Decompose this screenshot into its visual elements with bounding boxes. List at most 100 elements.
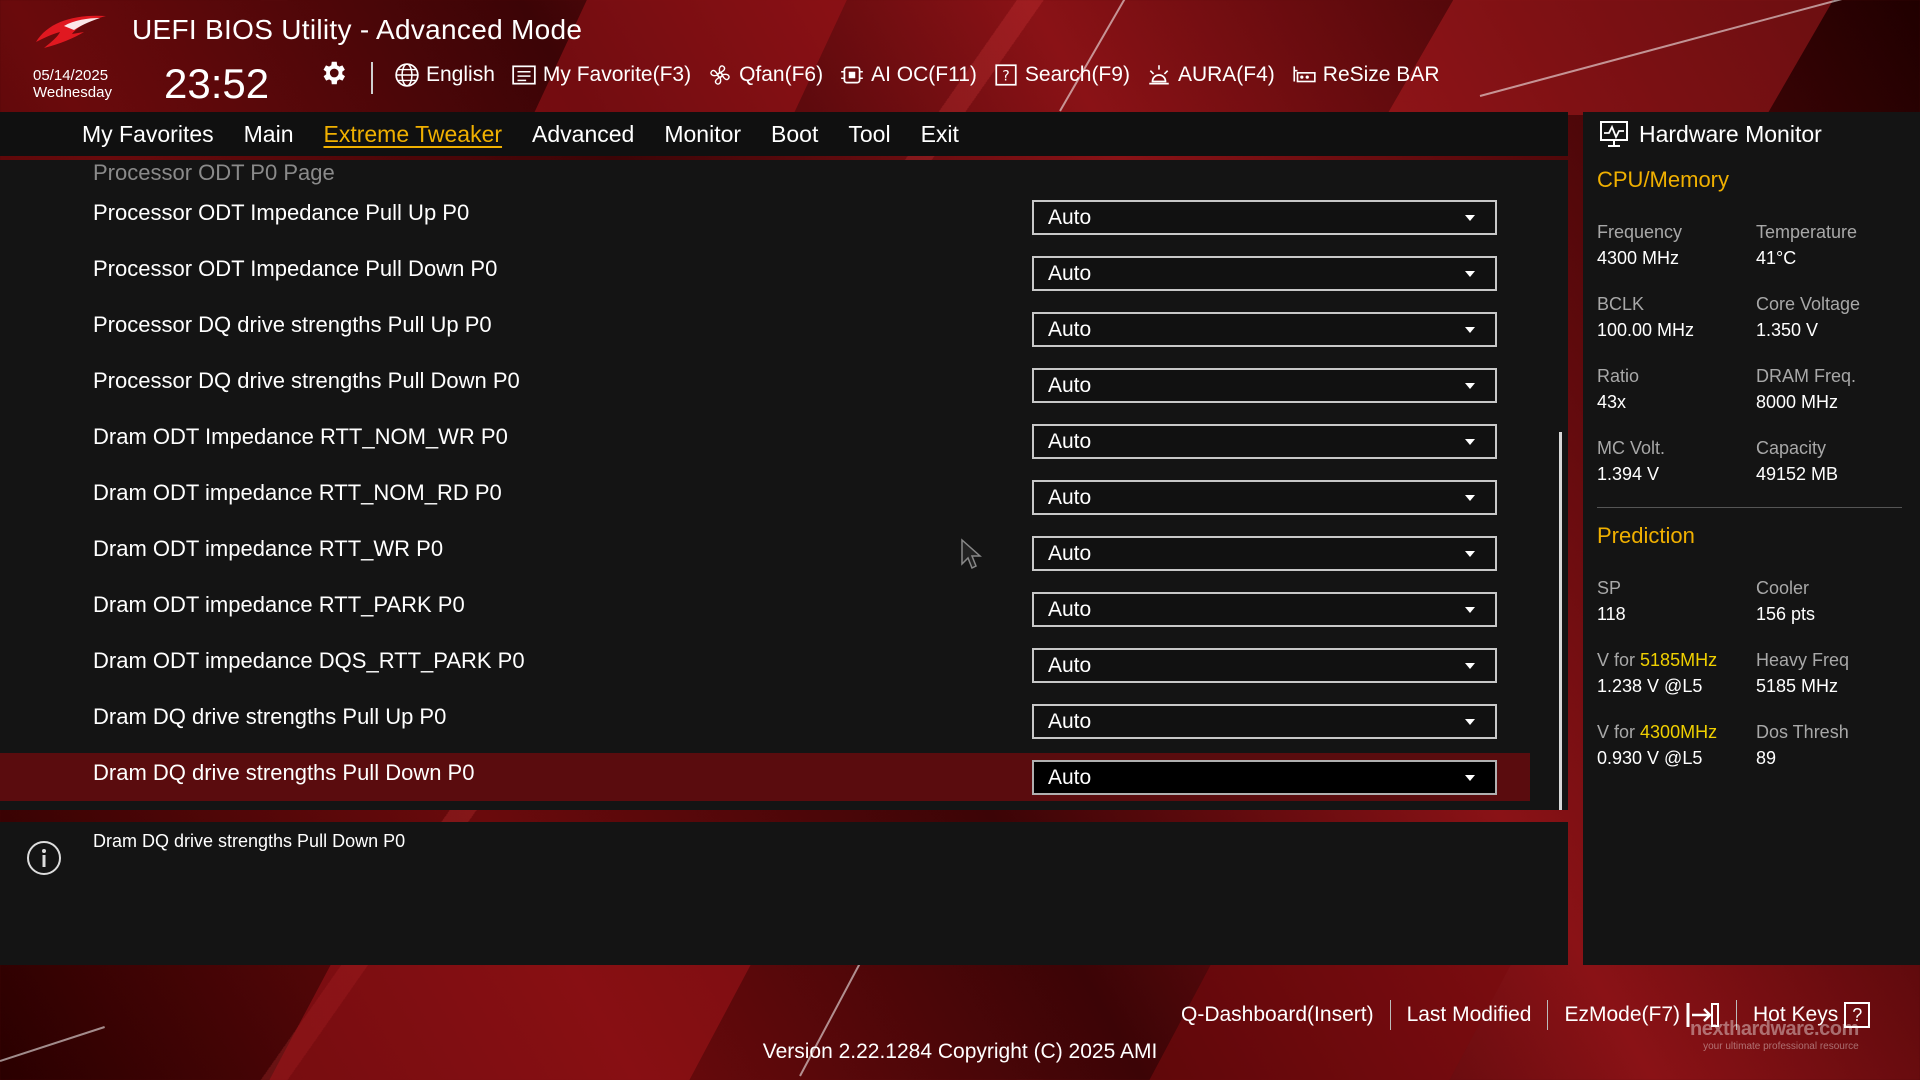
hardware-monitor-label: Hardware Monitor bbox=[1639, 120, 1822, 147]
stat-value: 0.930 V @L5 bbox=[1597, 748, 1703, 768]
dropdown-value: Auto bbox=[1048, 486, 1092, 509]
stat-value: 43x bbox=[1597, 392, 1627, 412]
setting-dropdown[interactable]: Auto bbox=[1032, 760, 1497, 795]
setting-row[interactable]: Dram ODT impedance DQS_RTT_PARK P0 Auto bbox=[0, 641, 1530, 689]
qfan-button[interactable]: Qfan(F6) bbox=[707, 62, 823, 88]
tab-tool[interactable]: Tool bbox=[848, 121, 890, 148]
stat-value: 41°C bbox=[1756, 248, 1797, 268]
rog-logo-icon bbox=[36, 15, 106, 48]
tab-main[interactable]: Main bbox=[244, 121, 294, 148]
setting-row[interactable]: Dram DQ drive strengths Pull Up P0 Auto bbox=[0, 697, 1530, 745]
stat-label: Cooler bbox=[1756, 578, 1810, 598]
setting-row[interactable]: Dram ODT impedance RTT_WR P0 Auto bbox=[0, 529, 1530, 577]
setting-label: Processor ODT Impedance Pull Up P0 bbox=[93, 200, 470, 225]
toolbar-divider bbox=[371, 62, 373, 94]
ai-oc-button[interactable]: AI OC(F11) bbox=[839, 62, 977, 88]
scrollbar[interactable] bbox=[1559, 432, 1562, 810]
tab-monitor[interactable]: Monitor bbox=[664, 121, 741, 148]
cpu-memory-heading: CPU/Memory bbox=[1597, 167, 1730, 192]
setting-label: Processor DQ drive strengths Pull Down P… bbox=[93, 368, 520, 393]
setting-dropdown[interactable]: Auto bbox=[1032, 200, 1497, 235]
help-text: Dram DQ drive strengths Pull Down P0 bbox=[93, 831, 406, 851]
tab-boot[interactable]: Boot bbox=[771, 121, 818, 148]
stat-value: 1.350 V bbox=[1756, 320, 1819, 340]
stat-label: MC Volt. bbox=[1597, 438, 1666, 458]
resize-bar-button[interactable]: ReSize BAR bbox=[1291, 62, 1440, 88]
search-label: Search(F9) bbox=[1024, 63, 1130, 86]
hardware-monitor-panel: Hardware Monitor CPU/Memory Frequency 43… bbox=[1583, 112, 1920, 965]
caret-down-icon bbox=[1465, 327, 1475, 333]
setting-dropdown[interactable]: Auto bbox=[1032, 592, 1497, 627]
help-panel: Dram DQ drive strengths Pull Down P0 bbox=[0, 822, 1568, 965]
setting-dropdown[interactable]: Auto bbox=[1032, 424, 1497, 459]
mouse-cursor-icon bbox=[961, 538, 982, 570]
dropdown-value: Auto bbox=[1048, 598, 1092, 621]
setting-row[interactable]: Processor DQ drive strengths Pull Down P… bbox=[0, 361, 1530, 409]
setting-row[interactable]: Dram ODT impedance RTT_NOM_RD P0 Auto bbox=[0, 473, 1530, 521]
date-display: 05/14/2025 Wednesday bbox=[33, 67, 112, 101]
date-text: 05/14/2025 bbox=[33, 67, 109, 84]
stat-value: 118 bbox=[1597, 604, 1626, 624]
setting-row[interactable]: Processor DQ drive strengths Pull Up P0 … bbox=[0, 305, 1530, 353]
stat-label: Capacity bbox=[1756, 438, 1827, 458]
setting-row[interactable]: Dram ODT Impedance RTT_NOM_WR P0 Auto bbox=[0, 417, 1530, 465]
background-streak bbox=[1059, 0, 1126, 112]
globe-icon bbox=[395, 63, 419, 87]
setting-label: Processor ODT Impedance Pull Down P0 bbox=[93, 256, 498, 281]
version-text: Version 2.22.1284 Copyright (C) 2025 AMI bbox=[762, 1040, 1158, 1063]
setting-label: Dram ODT impedance DQS_RTT_PARK P0 bbox=[93, 648, 525, 673]
stat-value: 8000 MHz bbox=[1756, 392, 1839, 412]
dropdown-value: Auto bbox=[1048, 542, 1092, 565]
last-modified-button[interactable]: Last Modified bbox=[1391, 1003, 1548, 1027]
setting-dropdown[interactable]: Auto bbox=[1032, 648, 1497, 683]
setting-dropdown[interactable]: Auto bbox=[1032, 368, 1497, 403]
tab-advanced[interactable]: Advanced bbox=[532, 121, 634, 148]
language-button[interactable]: English bbox=[394, 62, 495, 88]
setting-row[interactable]: Processor ODT Impedance Pull Up P0 Auto bbox=[0, 193, 1530, 241]
bclk-stat: BCLK 100.00 MHz bbox=[1597, 291, 1752, 343]
stat-label: Core Voltage bbox=[1756, 294, 1861, 314]
setting-row[interactable]: Dram ODT impedance RTT_PARK P0 Auto bbox=[0, 585, 1530, 633]
search-button[interactable]: ? Search(F9) bbox=[993, 62, 1130, 88]
dropdown-value: Auto bbox=[1048, 374, 1092, 397]
tab-extreme-tweaker[interactable]: Extreme Tweaker bbox=[324, 121, 503, 148]
aura-light-icon bbox=[1149, 65, 1169, 85]
q-dashboard-button[interactable]: Q-Dashboard(Insert) bbox=[1165, 1003, 1390, 1027]
setting-dropdown[interactable]: Auto bbox=[1032, 256, 1497, 291]
background-streak bbox=[1479, 0, 1920, 97]
v-for-label: V for bbox=[1597, 650, 1636, 670]
my-favorite-button[interactable]: My Favorite(F3) bbox=[511, 62, 691, 88]
caret-down-icon bbox=[1465, 551, 1475, 557]
aura-button[interactable]: AURA(F4) bbox=[1146, 62, 1275, 88]
tab-my-favorites[interactable]: My Favorites bbox=[82, 121, 214, 148]
caret-down-icon bbox=[1465, 215, 1475, 221]
v-for-5185-stat: V for 5185MHz 1.238 V @L5 bbox=[1597, 647, 1752, 699]
caret-down-icon bbox=[1465, 439, 1475, 445]
watermark-brand: nexthardware.com bbox=[1690, 1018, 1859, 1040]
setting-dropdown[interactable]: Auto bbox=[1032, 704, 1497, 739]
stat-value: 4300 MHz bbox=[1597, 248, 1680, 268]
stat-value: 156 pts bbox=[1756, 604, 1816, 624]
gear-icon[interactable] bbox=[318, 58, 348, 88]
core-voltage-stat: Core Voltage 1.350 V bbox=[1756, 291, 1911, 343]
setting-dropdown[interactable]: Auto bbox=[1032, 480, 1497, 515]
section-divider bbox=[1597, 507, 1902, 508]
app-title: UEFI BIOS Utility - Advanced Mode bbox=[132, 14, 583, 45]
cooler-stat: Cooler 156 pts bbox=[1756, 575, 1911, 627]
dropdown-value: Auto bbox=[1048, 654, 1092, 677]
svg-text:?: ? bbox=[1002, 68, 1009, 84]
stat-label: V for 4300MHz bbox=[1597, 719, 1752, 745]
setting-row-selected[interactable]: Dram DQ drive strengths Pull Down P0 Aut… bbox=[0, 753, 1530, 801]
settings-panel: Processor ODT P0 Page Processor ODT Impe… bbox=[0, 160, 1568, 810]
dropdown-value: Auto bbox=[1048, 766, 1092, 789]
stat-value: 1.238 V @L5 bbox=[1597, 676, 1703, 696]
tab-exit[interactable]: Exit bbox=[921, 121, 959, 148]
clock: 23:52 bbox=[164, 60, 270, 107]
setting-dropdown[interactable]: Auto bbox=[1032, 536, 1497, 571]
caret-down-icon bbox=[1465, 607, 1475, 613]
caret-down-icon bbox=[1465, 663, 1475, 669]
setting-dropdown[interactable]: Auto bbox=[1032, 312, 1497, 347]
setting-label: Dram ODT impedance RTT_PARK P0 bbox=[93, 592, 465, 617]
setting-row[interactable]: Processor ODT Impedance Pull Down P0 Aut… bbox=[0, 249, 1530, 297]
caret-down-icon bbox=[1465, 271, 1475, 277]
